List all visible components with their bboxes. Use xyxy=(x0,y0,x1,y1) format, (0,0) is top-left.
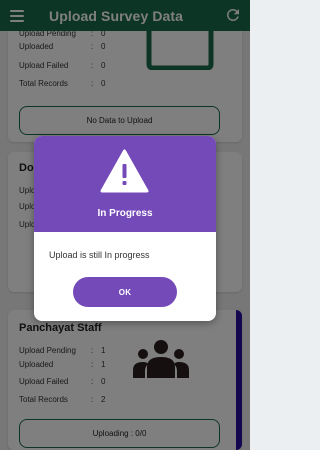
dialog-header: In Progress xyxy=(34,136,216,232)
dialog-message: Upload is still In progress xyxy=(49,250,150,260)
warning-icon xyxy=(100,149,149,193)
dialog-title: In Progress xyxy=(97,208,153,219)
in-progress-dialog: In Progress Upload is still In progress … xyxy=(34,136,216,321)
upload-survey-screen: Upload Survey Data Upload Pending : 0 Up… xyxy=(0,0,250,450)
ok-button[interactable]: OK xyxy=(73,277,177,307)
